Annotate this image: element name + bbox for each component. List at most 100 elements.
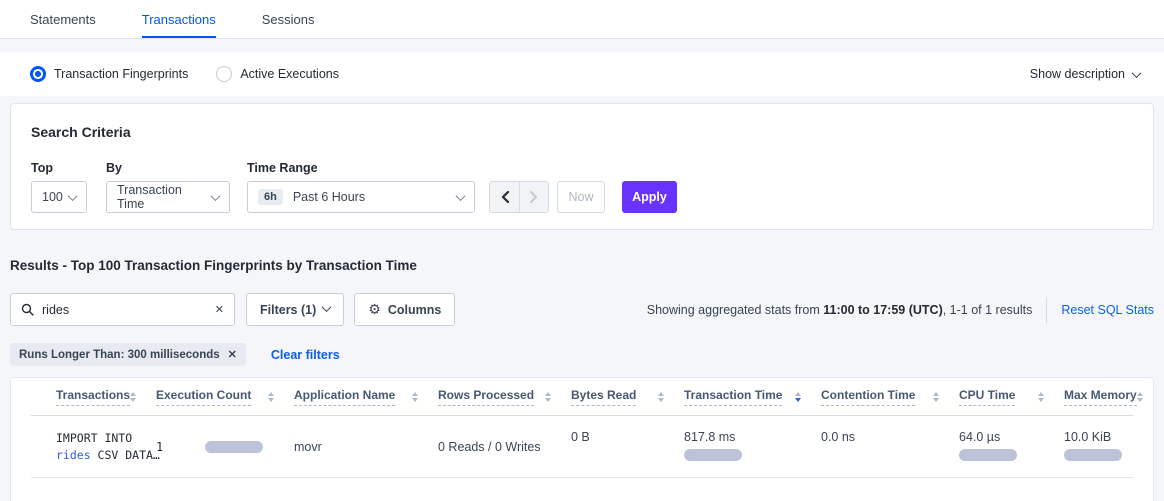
radio-selected-icon	[30, 66, 46, 82]
filter-pill-close-icon[interactable]: ✕	[228, 348, 237, 361]
by-select[interactable]: Transaction Time	[106, 181, 230, 213]
chevron-left-icon	[500, 190, 510, 204]
apply-button[interactable]: Apply	[622, 181, 677, 213]
max-memory-value: 10.0 KiB	[1064, 430, 1111, 444]
view-toggle-row: Transaction Fingerprints Active Executio…	[0, 52, 1164, 96]
top-select[interactable]: 100	[31, 181, 87, 213]
cell-bytes-read: 0 B	[571, 416, 684, 477]
top-label: Top	[31, 161, 106, 175]
by-label: By	[106, 161, 247, 175]
tab-transactions[interactable]: Transactions	[142, 0, 216, 38]
cell-rows-processed: 0 Reads / 0 Writes	[438, 416, 571, 477]
radio-label: Active Executions	[240, 67, 339, 81]
contention-time-value: 0.0 ns	[821, 430, 855, 444]
transaction-time-value: 817.8 ms	[684, 430, 735, 444]
filters-button[interactable]: Filters (1)	[246, 293, 344, 326]
sort-icon[interactable]	[658, 392, 664, 402]
clear-filters-link[interactable]: Clear filters	[271, 348, 340, 362]
sort-icon[interactable]	[933, 392, 939, 402]
table-row: IMPORT INTO rides CSV DATA… 1 movr 0 Rea…	[31, 416, 1133, 478]
cell-execution-count: 1	[156, 416, 294, 477]
page-tabs: Statements Transactions Sessions	[0, 0, 1164, 39]
columns-button[interactable]: ⚙ Columns	[354, 293, 455, 326]
columns-label: Columns	[388, 303, 441, 317]
transaction-statement-line1: IMPORT INTO	[56, 430, 160, 447]
time-nav-group	[489, 181, 549, 213]
time-range-select[interactable]: 6h Past 6 Hours	[247, 181, 475, 213]
sort-icon[interactable]	[412, 392, 418, 402]
chevron-down-icon	[68, 191, 78, 201]
column-header-cpu-time[interactable]: CPU Time	[959, 388, 1064, 406]
sort-icon[interactable]	[1137, 392, 1143, 402]
application-name-value: movr	[294, 440, 322, 454]
sort-icon-active-desc[interactable]	[795, 392, 801, 402]
time-next-button[interactable]	[519, 182, 548, 212]
sort-icon[interactable]	[130, 392, 136, 402]
results-toolbar: ✕ Filters (1) ⚙ Columns Showing aggregat…	[10, 293, 1154, 326]
cell-transaction: IMPORT INTO rides CSV DATA…	[56, 416, 156, 477]
search-input[interactable]	[42, 303, 215, 317]
time-prev-button[interactable]	[490, 182, 519, 212]
cell-application-name: movr	[294, 416, 438, 477]
cpu-time-value: 64.0 µs	[959, 430, 1000, 444]
column-header-max-memory[interactable]: Max Memory	[1064, 388, 1163, 406]
show-description-label: Show description	[1030, 67, 1125, 81]
time-range-badge: 6h	[258, 189, 283, 205]
transaction-fingerprint-link[interactable]: rides	[56, 448, 91, 462]
filter-pill-label: Runs Longer Than: 300 milliseconds	[19, 349, 220, 361]
rows-processed-value: 0 Reads / 0 Writes	[438, 440, 541, 454]
by-value: Transaction Time	[117, 183, 212, 211]
time-range-label: Time Range	[247, 161, 318, 175]
top-value: 100	[42, 190, 63, 204]
results-table: Transactions Execution Count Application…	[10, 377, 1154, 501]
column-header-contention-time[interactable]: Contention Time	[821, 388, 959, 406]
search-box[interactable]: ✕	[10, 293, 235, 326]
filter-pill: Runs Longer Than: 300 milliseconds ✕	[10, 343, 246, 366]
radio-active-executions[interactable]: Active Executions	[216, 66, 339, 82]
chevron-down-icon	[211, 191, 221, 201]
filters-label: Filters (1)	[260, 303, 316, 317]
chevron-right-icon	[529, 190, 539, 204]
column-header-execution-count[interactable]: Execution Count	[156, 388, 294, 406]
chevron-down-icon	[1132, 68, 1142, 78]
results-heading: Results - Top 100 Transaction Fingerprin…	[10, 258, 417, 273]
column-header-transaction-time[interactable]: Transaction Time	[684, 388, 821, 406]
column-header-application-name[interactable]: Application Name	[294, 388, 438, 406]
sort-icon[interactable]	[268, 392, 274, 402]
transaction-statement-rest: CSV DATA…	[91, 448, 160, 462]
radio-unselected-icon	[216, 66, 232, 82]
reset-sql-stats-link[interactable]: Reset SQL Stats	[1061, 303, 1154, 317]
cell-transaction-time: 817.8 ms	[684, 416, 821, 477]
gear-icon: ⚙	[368, 302, 381, 318]
max-memory-bar	[1064, 449, 1122, 461]
now-button[interactable]: Now	[557, 181, 605, 213]
time-range-value: Past 6 Hours	[293, 190, 365, 204]
search-criteria-title: Search Criteria	[31, 124, 1133, 140]
aggregated-stats-text: Showing aggregated stats from 11:00 to 1…	[647, 303, 1033, 317]
radio-transaction-fingerprints[interactable]: Transaction Fingerprints	[30, 66, 188, 82]
cell-contention-time: 0.0 ns	[821, 416, 959, 477]
column-header-rows-processed[interactable]: Rows Processed	[438, 388, 571, 406]
chevron-down-icon	[456, 191, 466, 201]
cell-cpu-time: 64.0 µs	[959, 416, 1064, 477]
search-clear-icon[interactable]: ✕	[215, 303, 224, 316]
column-header-transactions[interactable]: Transactions	[56, 388, 156, 406]
show-description-toggle[interactable]: Show description	[1030, 67, 1140, 81]
tab-statements[interactable]: Statements	[30, 0, 96, 38]
execution-count-value: 1	[156, 440, 163, 454]
applied-filters-row: Runs Longer Than: 300 milliseconds ✕ Cle…	[10, 343, 340, 366]
column-header-bytes-read[interactable]: Bytes Read	[571, 388, 684, 406]
bytes-read-value: 0 B	[571, 430, 590, 444]
sort-icon[interactable]	[545, 392, 551, 402]
transaction-time-bar	[684, 449, 742, 461]
stats-time-range: 11:00 to 17:59 (UTC)	[823, 303, 942, 317]
cpu-time-bar	[959, 449, 1017, 461]
radio-label: Transaction Fingerprints	[54, 67, 188, 81]
tab-sessions[interactable]: Sessions	[262, 0, 315, 38]
execution-count-bar	[205, 441, 263, 453]
sort-icon[interactable]	[1038, 392, 1044, 402]
search-icon	[21, 303, 34, 316]
table-header-row: Transactions Execution Count Application…	[31, 378, 1133, 416]
cell-max-memory: 10.0 KiB	[1064, 416, 1133, 477]
stats-prefix: Showing aggregated stats from	[647, 303, 824, 317]
